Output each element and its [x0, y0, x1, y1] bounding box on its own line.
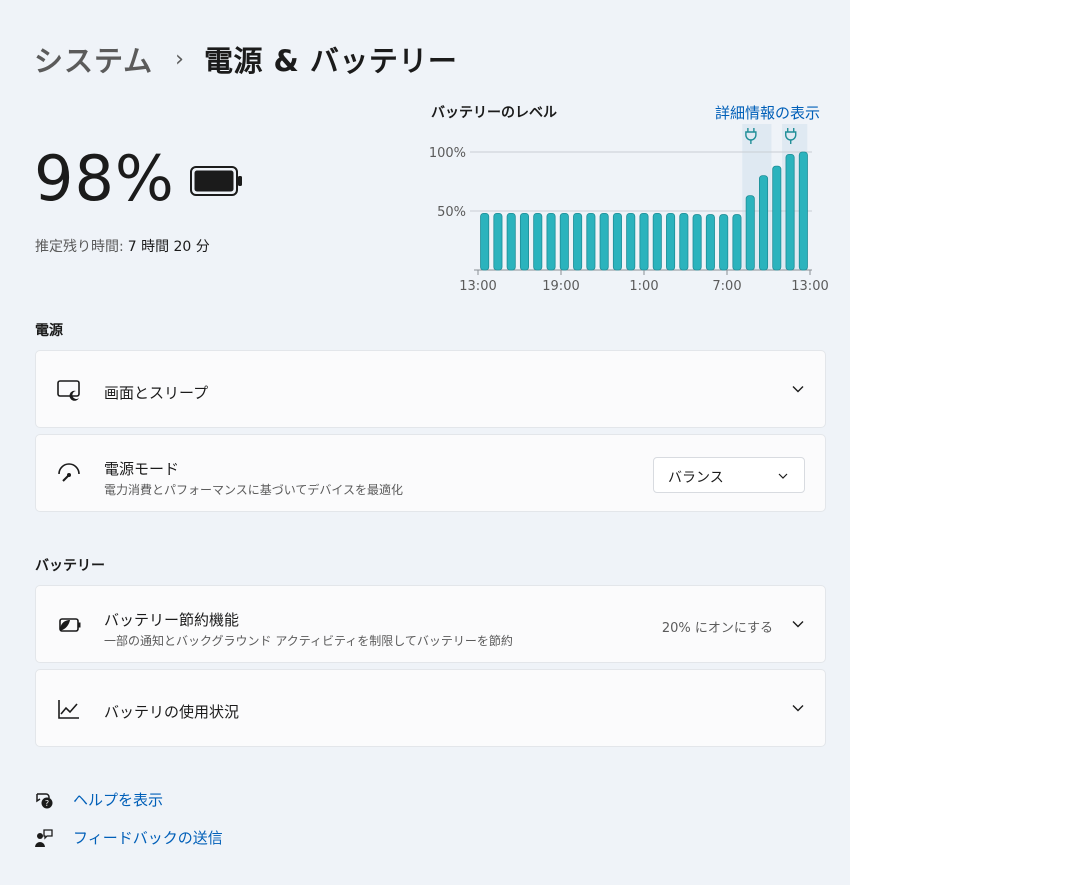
- battery-saver-status: 20% にオンにする: [661, 621, 773, 636]
- bar: [732, 214, 742, 271]
- chevron-down-icon[interactable]: [791, 617, 805, 631]
- bar: [745, 195, 755, 271]
- battery-usage-card[interactable]: バッテリの使用状況: [35, 669, 826, 747]
- power-mode-dropdown[interactable]: バランス: [653, 457, 805, 493]
- screen-sleep-title: 画面とスリープ: [104, 384, 209, 402]
- battery-section-label: バッテリー: [35, 558, 105, 574]
- x-tick-label: 13:00: [459, 279, 496, 294]
- bar: [533, 212, 543, 271]
- breadcrumb-separator-icon: ›: [175, 46, 184, 72]
- estimated-time-value: 7 時間 20 分: [127, 239, 210, 255]
- screen-sleep-card[interactable]: 画面とスリープ: [35, 350, 826, 428]
- breadcrumb: システム › 電源 & バッテリー: [34, 36, 457, 82]
- battery-saver-icon: [59, 618, 81, 632]
- battery-icon: [190, 166, 242, 196]
- details-link[interactable]: 詳細情報の表示: [715, 102, 820, 123]
- power-mode-title: 電源モード: [104, 460, 180, 478]
- bar: [480, 212, 490, 271]
- settings-panel: システム › 電源 & バッテリー 98% 推定残り時間: 7 時間 20 分 バ…: [0, 0, 850, 885]
- bar: [785, 153, 795, 271]
- gauge-icon: [58, 463, 80, 482]
- bar: [652, 212, 662, 271]
- bar: [759, 175, 769, 271]
- power-mode-subtitle: 電力消費とパフォーマンスに基づいてデバイスを最適化: [104, 483, 404, 497]
- bar: [573, 212, 583, 271]
- page-title: 電源 & バッテリー: [203, 44, 458, 78]
- bar: [692, 214, 702, 271]
- bar: [772, 165, 782, 271]
- bar: [586, 212, 596, 271]
- power-mode-selected: バランス: [668, 470, 724, 486]
- svg-text:?: ?: [45, 799, 49, 808]
- bar: [705, 214, 715, 271]
- bar: [626, 212, 636, 271]
- feedback-icon: [35, 828, 53, 847]
- bar: [519, 212, 529, 271]
- battery-saver-card[interactable]: バッテリー節約機能 一部の通知とバックグラウンド アクティビティを制限してバッテ…: [35, 585, 826, 663]
- chevron-down-icon: [778, 473, 788, 479]
- x-tick-label: 7:00: [712, 279, 741, 294]
- battery-usage-title: バッテリの使用状況: [104, 703, 240, 721]
- battery-level-chart: 100% 50% 13:00 19:00 1:00 7:00 13:00: [429, 124, 829, 294]
- y-tick-label: 100%: [429, 146, 466, 161]
- bar: [719, 214, 729, 271]
- x-tick-label: 1:00: [629, 279, 658, 294]
- x-tick-label: 13:00: [791, 279, 828, 294]
- chart-line-icon: [58, 700, 79, 719]
- bar: [559, 212, 569, 271]
- help-link-row[interactable]: ? ヘルプを表示: [34, 789, 163, 810]
- chevron-down-icon[interactable]: [791, 701, 805, 715]
- battery-saver-subtitle: 一部の通知とバックグラウンド アクティビティを制限してバッテリーを節約: [104, 634, 513, 648]
- bar: [599, 212, 609, 271]
- bar: [798, 151, 808, 271]
- estimated-time-label: 推定残り時間:: [35, 239, 124, 255]
- bar: [546, 212, 556, 271]
- feedback-link-row[interactable]: フィードバックの送信: [34, 827, 223, 848]
- screen-sleep-icon: [57, 380, 80, 401]
- bar: [666, 212, 676, 271]
- estimated-time: 推定残り時間: 7 時間 20 分: [35, 236, 210, 256]
- x-tick-label: 19:00: [542, 279, 579, 294]
- bar: [639, 212, 649, 271]
- breadcrumb-parent[interactable]: システム: [34, 38, 153, 80]
- bar: [612, 212, 622, 271]
- battery-percent: 98%: [34, 142, 175, 215]
- y-tick-label: 50%: [437, 205, 466, 220]
- bar: [506, 212, 516, 271]
- battery-saver-title: バッテリー節約機能: [104, 611, 240, 629]
- power-section-label: 電源: [35, 323, 63, 339]
- bar: [493, 212, 503, 271]
- help-link[interactable]: ヘルプを表示: [73, 789, 163, 810]
- battery-level-chart-title: バッテリーのレベル: [431, 105, 557, 121]
- chevron-down-icon[interactable]: [791, 382, 805, 396]
- power-mode-card: 電源モード 電力消費とパフォーマンスに基づいてデバイスを最適化 バランス: [35, 434, 826, 512]
- help-icon: ?: [36, 792, 53, 808]
- bar: [679, 212, 689, 271]
- feedback-link[interactable]: フィードバックの送信: [73, 827, 223, 848]
